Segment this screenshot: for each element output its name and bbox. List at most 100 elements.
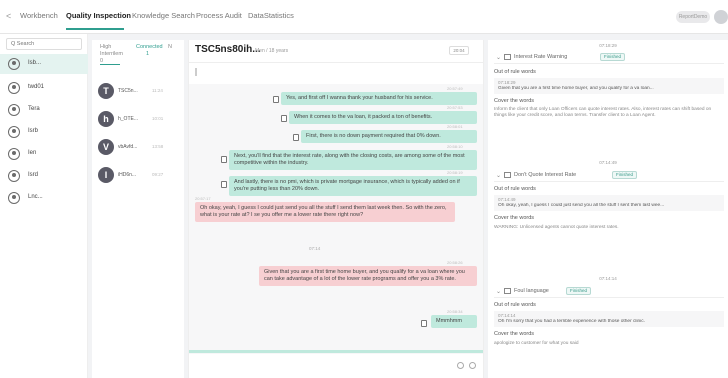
emoji-icon[interactable] <box>457 362 464 369</box>
user-item[interactable]: Isrd <box>0 166 88 186</box>
settings-icon[interactable] <box>469 362 476 369</box>
avatar: T <box>98 83 114 99</box>
conversation-item[interactable]: h h_OTE... 10:01 <box>92 108 184 130</box>
cover-label: Cover the words <box>494 215 535 221</box>
copy-icon[interactable] <box>273 96 279 103</box>
drag-handle[interactable] <box>195 68 197 76</box>
conversation-name: iHD6n... <box>118 172 137 178</box>
user-avatar[interactable] <box>714 10 728 24</box>
conversation-name: vbAvfd... <box>118 144 138 150</box>
rule-header[interactable]: ⌄ Interest Rate Warning Finished <box>494 52 724 64</box>
status-badge: Finished <box>600 53 626 61</box>
rule-entry: 07:18:29 Given that you are a first time… <box>494 78 724 94</box>
message-bubble: Given that you are a first time home buy… <box>259 266 477 286</box>
conversation-name: TSC5n... <box>118 88 138 94</box>
cover-text: WARNING: Unlicensed agents cannot quote … <box>494 225 619 230</box>
entry-text: Oh okay, yeah, I guess I could just send… <box>498 203 665 208</box>
conversation-name: h_OTE... <box>118 116 139 122</box>
copy-icon[interactable] <box>221 181 227 188</box>
user-item[interactable]: Lnc... <box>0 188 88 208</box>
back-icon[interactable]: < <box>6 11 16 21</box>
cover-label: Cover the words <box>494 331 535 337</box>
message-bubble: Yes, and first off I wanna thank your hu… <box>281 92 477 105</box>
user-label: Ien <box>28 150 37 156</box>
chevron-down-icon[interactable]: ⌄ <box>496 54 501 61</box>
message-time: 20:58:34 <box>447 309 463 314</box>
user-icon <box>8 192 20 204</box>
user-label: Isrb <box>28 128 39 134</box>
user-icon <box>8 126 20 138</box>
chevron-down-icon[interactable]: ⌄ <box>496 288 501 295</box>
chat-panel: TSC5ns80ih... Men / 18 years 20:04 20:57… <box>188 40 484 378</box>
conversation-time: 09:27 <box>152 172 164 177</box>
rule-panel: 07:18:29 ⌄ Interest Rate Warning Finishe… <box>488 40 728 378</box>
tab-connected[interactable]: Connected 1 <box>136 44 163 58</box>
copy-icon[interactable] <box>221 156 227 163</box>
status-badge: Finished <box>566 287 592 295</box>
message-time: 20:58:01 <box>447 124 463 129</box>
status-badge: Finished <box>612 171 638 179</box>
chat-meta: Men / 18 years <box>255 48 289 54</box>
user-item[interactable]: Isrb <box>0 122 88 142</box>
tab-connected-count: 1 <box>146 51 150 57</box>
tab-workbench[interactable]: Workbench <box>20 11 58 20</box>
entry-text: Oh I'm sorry that you had a terrible exp… <box>498 319 646 324</box>
rule-name: Foul language <box>514 288 549 294</box>
message-bubble: Mmmhmm <box>431 315 477 328</box>
divider <box>189 62 483 63</box>
user-label: Isrd <box>28 172 39 178</box>
tab-process-audit[interactable]: Process Audit <box>196 11 242 20</box>
message-time: 20:57:49 <box>447 86 463 91</box>
tab-high-label: High Interrilem <box>100 44 123 57</box>
tab-data-statistics[interactable]: DataStatistics <box>248 11 294 20</box>
section-timestamp: 07:18:29 <box>599 43 617 48</box>
out-of-rule-label: Out of rule words <box>494 302 536 308</box>
tab-more[interactable]: N <box>168 44 172 51</box>
conversation-list: High Interrilem 0 Connected 1 N T TSC5n.… <box>92 40 184 378</box>
message-time: 20:58:26 <box>447 260 463 265</box>
search-input[interactable] <box>6 38 82 50</box>
chevron-down-icon[interactable]: ⌄ <box>496 172 501 179</box>
conversation-item[interactable]: T TSC5n... 11:24 <box>92 80 184 102</box>
user-sidebar: Isb... twd01 Tera Isrb Ien Isrd Lnc... <box>0 34 88 378</box>
copy-icon[interactable] <box>281 115 287 122</box>
entry-text: Given that you are a first time home buy… <box>498 86 654 91</box>
tab-quality-inspection[interactable]: Quality Inspection <box>66 11 131 20</box>
flag-icon <box>504 54 511 60</box>
conversation-time: 10:01 <box>152 116 164 121</box>
conversation-item[interactable]: V vbAvfd... 13:58 <box>92 136 184 158</box>
rule-header[interactable]: ⌄ Don't Quote Interest Rate Finished <box>494 170 724 182</box>
message-bubble: When it comes to the va loan, it packed … <box>289 111 477 124</box>
avatar: h <box>98 111 114 127</box>
user-item[interactable]: twd01 <box>0 78 88 98</box>
message-bubble: First, there is no down payment required… <box>301 130 477 143</box>
copy-icon[interactable] <box>421 320 427 327</box>
conversation-time: 11:24 <box>152 88 163 93</box>
user-label: twd01 <box>28 84 45 90</box>
message-time: 20:57:17 <box>195 196 211 201</box>
message-time: 20:57:53 <box>447 105 463 110</box>
rule-name: Interest Rate Warning <box>514 54 568 60</box>
message-bubble: And lastly, there is no pmi, which is pr… <box>229 176 477 196</box>
rule-name: Don't Quote Interest Rate <box>514 172 577 178</box>
tab-high-interrilem[interactable]: High Interrilem 0 <box>100 44 132 65</box>
copy-icon[interactable] <box>293 134 299 141</box>
user-label: Tera <box>28 106 40 112</box>
chat-date-button[interactable]: 20:04 <box>449 46 469 55</box>
report-demo-button[interactable]: ReportDemo <box>676 11 710 23</box>
user-icon <box>8 148 20 160</box>
user-label: Lnc... <box>28 194 43 200</box>
rule-entry: 07:14:14 Oh I'm sorry that you had a ter… <box>494 311 724 327</box>
section-timestamp: 07:14:49 <box>599 160 617 165</box>
user-item[interactable]: Ien <box>0 144 88 164</box>
user-icon <box>8 58 20 70</box>
rule-header[interactable]: ⌄ Foul language Finished <box>494 286 724 298</box>
user-item[interactable]: Tera <box>0 100 88 120</box>
user-item[interactable]: Isb... <box>0 54 88 74</box>
conversation-item[interactable]: I iHD6n... 09:27 <box>92 164 184 186</box>
flag-icon <box>504 288 511 294</box>
avatar: I <box>98 167 114 183</box>
chat-title: TSC5ns80ih... <box>195 44 261 55</box>
tab-knowledge-search[interactable]: Knowledge Search <box>132 11 195 20</box>
message-time: 20:58:19 <box>447 170 463 175</box>
